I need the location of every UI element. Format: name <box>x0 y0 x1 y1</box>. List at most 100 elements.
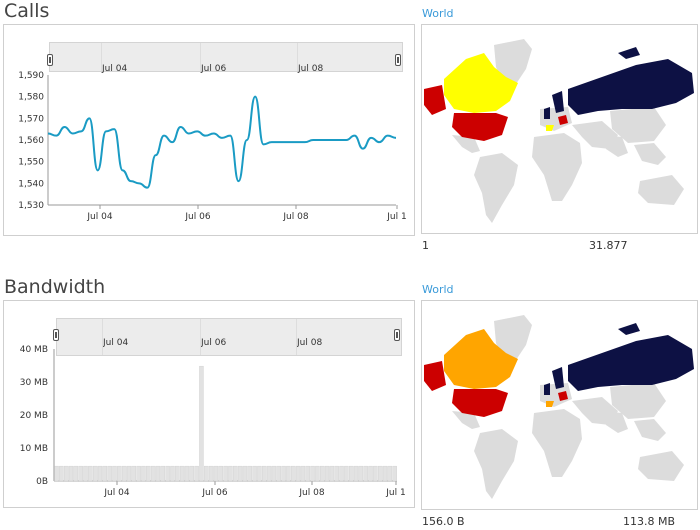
south-america-shape <box>474 153 518 223</box>
africa-shape <box>532 133 582 201</box>
uk-shape <box>544 383 550 395</box>
bandwidth-bar <box>344 465 349 482</box>
bandwidth-bar <box>271 465 277 482</box>
bandwidth-bar <box>276 465 281 482</box>
bandwidth-bar <box>179 465 185 482</box>
bandwidth-bar <box>382 465 388 482</box>
bandwidth-bar <box>262 465 267 482</box>
y-tick-label: 1,550 <box>18 158 44 168</box>
y-tick-label: 0B <box>36 477 48 487</box>
x-tick-label: Jul 04 <box>103 488 129 498</box>
bandwidth-bar <box>199 365 204 482</box>
bandwidth-bar <box>88 465 93 482</box>
bandwidth-bar <box>112 465 117 482</box>
russia-shape <box>568 335 694 391</box>
y-tick-label: 30 MB <box>20 378 48 388</box>
alaska-shape <box>424 85 446 115</box>
y-tick-label: 1,530 <box>18 201 44 211</box>
alaska-shape <box>424 361 446 391</box>
bandwidth-bar <box>218 465 223 482</box>
x-tick-label: Jul 04 <box>86 212 112 222</box>
bandwidth-bar <box>170 465 175 482</box>
bandwidth-bar <box>300 465 306 482</box>
bandwidth-bar <box>324 465 330 482</box>
bandwidth-bar <box>291 465 296 482</box>
bandwidth-world-map[interactable] <box>422 301 697 509</box>
y-tick-label: 40 MB <box>20 345 48 355</box>
bandwidth-bar <box>136 465 141 482</box>
bandwidth-bar <box>242 465 248 482</box>
bandwidth-bar <box>83 465 88 482</box>
bandwidth-bar <box>165 465 170 482</box>
bandwidth-bar <box>281 465 286 482</box>
bandwidth-bar <box>97 465 103 482</box>
bandwidth-bar <box>348 465 354 482</box>
russia-shape <box>568 59 694 115</box>
y-tick-label: 10 MB <box>20 444 48 454</box>
bandwidth-bar <box>315 465 320 482</box>
bandwidth-bar <box>353 465 359 482</box>
x-tick-label: Jul 08 <box>282 212 308 222</box>
bandwidth-bar <box>184 465 190 482</box>
bandwidth-bar <box>310 465 315 482</box>
bandwidth-bar <box>102 465 108 482</box>
bandwidth-chart-panel: Jul 04 Jul 06 Jul 08 40 MB 30 MB 20 MB 10 M… <box>3 300 415 508</box>
africa-shape <box>532 409 582 477</box>
x-tick-label: Jul 1 <box>386 212 406 222</box>
bandwidth-bar <box>160 465 166 482</box>
bandwidth-bar <box>252 465 257 482</box>
bandwidth-title: Bandwidth <box>4 276 106 298</box>
bandwidth-bar <box>213 465 219 482</box>
bandwidth-bar <box>78 465 83 482</box>
bandwidth-bar <box>117 465 122 482</box>
y-tick-label: 1,570 <box>18 114 44 124</box>
bandwidth-bar <box>68 465 74 482</box>
bandwidth-legend-max: 113.8 MB <box>623 515 676 528</box>
y-tick-label: 20 MB <box>20 411 48 421</box>
bandwidth-bar <box>189 465 194 482</box>
australia-shape <box>638 451 684 481</box>
bandwidth-bar <box>228 465 233 482</box>
x-tick-label: Jul 06 <box>184 212 210 222</box>
bandwidth-bar <box>146 465 151 482</box>
russia-islands-shape <box>618 47 640 59</box>
bandwidth-world-link[interactable]: World <box>422 283 454 296</box>
bandwidth-bar <box>131 465 137 482</box>
bandwidth-bar <box>204 465 209 482</box>
bandwidth-bar <box>363 465 368 482</box>
bandwidth-bar <box>305 465 310 482</box>
calls-world-map[interactable] <box>422 25 697 233</box>
russia-islands-shape <box>618 323 640 335</box>
bandwidth-bar <box>141 465 146 482</box>
bandwidth-bar <box>233 465 238 482</box>
uk-shape <box>544 107 550 119</box>
se-asia-shape <box>634 143 666 165</box>
bandwidth-bar <box>73 465 79 482</box>
bandwidth-bar <box>387 465 393 482</box>
calls-legend-min: 1 <box>422 239 429 252</box>
bandwidth-bar <box>237 465 243 482</box>
bandwidth-bar <box>358 465 364 482</box>
se-asia-shape <box>634 419 666 441</box>
x-tick-label: Jul 08 <box>298 488 324 498</box>
calls-title: Calls <box>4 0 50 22</box>
bandwidth-bar <box>320 465 325 482</box>
bandwidth-bar <box>54 465 59 482</box>
y-tick-label: 1,540 <box>18 179 44 189</box>
bandwidth-bar <box>150 465 156 482</box>
calls-line-chart: 1,590 1,580 1,570 1,560 1,550 1,540 1,530 Jul 0… <box>18 71 406 222</box>
bandwidth-bar <box>155 465 161 482</box>
calls-series-line <box>47 95 397 189</box>
bandwidth-bar <box>329 465 335 482</box>
calls-chart-panel: Jul 04 Jul 06 Jul 08 1,590 1,580 1,570 1,56… <box>3 24 415 236</box>
bandwidth-bar <box>295 465 301 482</box>
bandwidth-bar <box>339 465 344 482</box>
bandwidth-bar <box>286 465 291 482</box>
bandwidth-bar <box>92 465 98 482</box>
bandwidth-bar <box>208 465 214 482</box>
calls-world-link[interactable]: World <box>422 7 454 20</box>
bandwidth-bar <box>334 465 339 482</box>
bandwidth-bar <box>121 465 127 482</box>
bandwidth-bar <box>247 465 252 482</box>
y-tick-label: 1,590 <box>18 71 44 81</box>
